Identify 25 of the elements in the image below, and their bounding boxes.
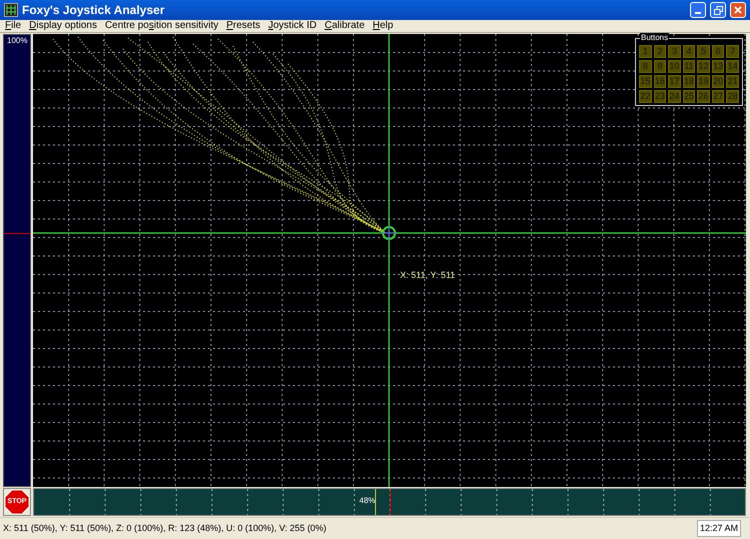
app-icon [4, 3, 18, 17]
center-marker [390, 489, 391, 515]
panel-title: Buttons [640, 33, 670, 43]
menu-item[interactable]: Help [372, 20, 394, 32]
crosshair-icon [382, 226, 396, 240]
menu-item[interactable]: Centre position sensitivity [104, 20, 218, 32]
restore-button[interactable] [710, 2, 726, 18]
close-icon [734, 6, 742, 14]
status-readout: X: 511 (50%), Y: 511 (50%), Z: 0 (100%), R: 123 (48%), U: 0 (100%), V: 255 (0%) [3, 522, 328, 535]
window-title: Foxy's Joystick Analyser [22, 2, 166, 19]
menu-item[interactable]: Calibrate [324, 20, 365, 32]
close-button[interactable] [730, 2, 746, 18]
clock-panel: 12:27 AM [696, 520, 741, 538]
menu-item[interactable]: Display options [29, 20, 97, 32]
restore-icon [714, 6, 722, 14]
stop-sign-icon [5, 490, 29, 514]
menu-item[interactable]: Presets [226, 20, 260, 32]
menu-item[interactable]: File [5, 20, 22, 32]
center-marker [4, 233, 30, 234]
minimize-icon [695, 12, 701, 14]
menu-item[interactable]: Joystick ID [268, 20, 317, 32]
minimize-button[interactable] [690, 2, 706, 18]
meter-reading: 48% [359, 496, 376, 506]
cursor-readout: X: 511, Y: 511 [400, 269, 456, 282]
meter-reading: 100% [7, 36, 28, 45]
